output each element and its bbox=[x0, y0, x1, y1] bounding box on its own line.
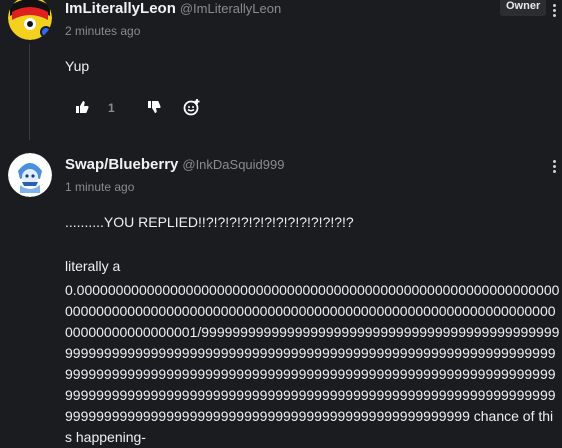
owner-badge: Owner bbox=[500, 0, 547, 16]
more-options-icon[interactable] bbox=[549, 4, 559, 22]
avatar[interactable] bbox=[8, 0, 52, 40]
comment-long-text: 0.00000000000000000000000000000000000000… bbox=[65, 282, 560, 445]
comment-text-line-2: literally a bbox=[65, 258, 121, 274]
add-reaction-icon[interactable] bbox=[183, 98, 201, 121]
author-name[interactable]: Swap/Blueberry @InkDaSquid999 bbox=[65, 156, 284, 173]
author-name-text[interactable]: ImLiterallyLeon bbox=[65, 0, 176, 17]
comment-text-line-1: ..........YOU REPLIED!!?!?!?!?!?!?!?!?!?… bbox=[65, 214, 354, 230]
author-name-text[interactable]: Swap/Blueberry bbox=[65, 156, 178, 173]
comment-text: Yup bbox=[65, 58, 90, 74]
comment-leon: ImLiterallyLeon @ImLiterallyLeon 2 minute… bbox=[0, 0, 562, 140]
author-handle[interactable]: @InkDaSquid999 bbox=[182, 157, 284, 172]
thumbs-up-icon[interactable] bbox=[75, 100, 89, 119]
thumbs-down-icon[interactable] bbox=[147, 100, 161, 119]
timestamp[interactable]: 1 minute ago bbox=[65, 180, 134, 194]
author-handle[interactable]: @ImLiterallyLeon bbox=[180, 1, 281, 16]
timestamp[interactable]: 2 minutes ago bbox=[65, 24, 140, 38]
avatar[interactable] bbox=[8, 153, 52, 197]
like-count: 1 bbox=[108, 101, 115, 115]
author-name[interactable]: ImLiterallyLeon @ImLiterallyLeon bbox=[65, 0, 281, 17]
thread-line bbox=[29, 44, 30, 140]
more-options-icon[interactable] bbox=[549, 160, 559, 178]
